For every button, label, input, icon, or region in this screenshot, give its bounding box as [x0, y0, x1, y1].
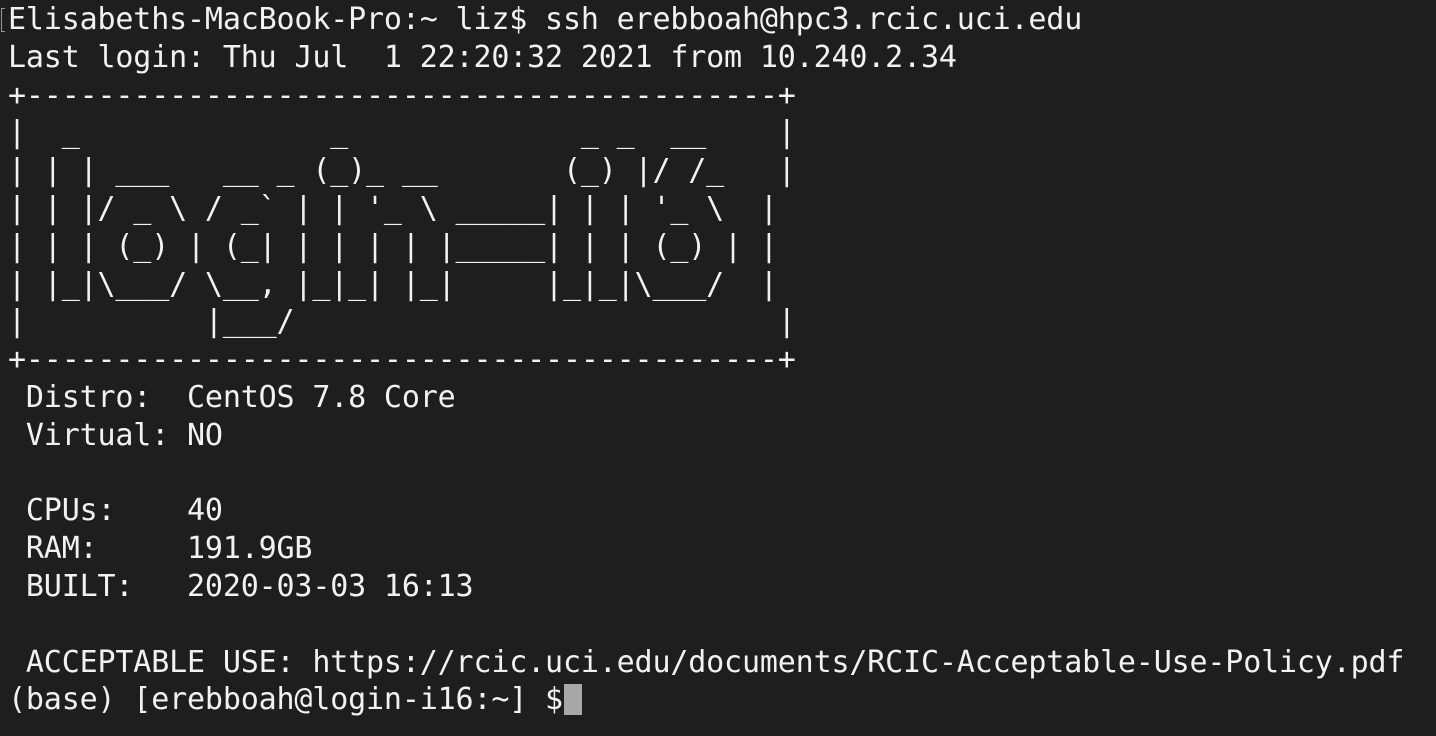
shell-prompt-line[interactable]: (base) [erebboah@login-i16:~] $: [8, 681, 1436, 719]
banner-border-top: +---------------------------------------…: [8, 77, 796, 113]
banner-ascii-art-row-6: | |___/ |: [8, 304, 796, 340]
banner-ascii-art-row-5: | |_|\___/ \__, |_|_| |_| |_|_|\___/ |: [8, 266, 778, 302]
selection-bracket-marker: [1, 8, 5, 32]
info-built: BUILT: 2020-03-03 16:13: [8, 568, 474, 604]
banner-ascii-art-row-3: | | |/ _ \ / _` | | '_ \ _____| | | '_ \…: [8, 190, 778, 226]
banner-ascii-art-row-1: | _ _ _ _ __ |: [8, 115, 796, 151]
banner-ascii-art-row-2: | | | ___ __ _ (_)_ __ (_) |/ /_ |: [8, 153, 796, 189]
info-distro: Distro: CentOS 7.8 Core: [8, 379, 456, 415]
info-acceptable-use: ACCEPTABLE USE: https://rcic.uci.edu/doc…: [8, 644, 1405, 680]
banner-border-bottom: +---------------------------------------…: [8, 342, 796, 378]
info-ram: RAM: 191.9GB: [8, 531, 313, 567]
info-virtual: Virtual: NO: [8, 417, 223, 453]
text-cursor: [563, 684, 582, 716]
info-cpus: CPUs: 40: [8, 493, 223, 529]
banner-ascii-art-row-4: | | | (_) | (_| | | | | |_____| | | (_) …: [8, 228, 778, 264]
shell-prompt: (base) [erebboah@login-i16:~] $: [8, 682, 563, 718]
terminal-line-last-login: Last login: Thu Jul 1 22:20:32 2021 from…: [8, 39, 957, 75]
terminal-line-ssh-command: Elisabeths-MacBook-Pro:~ liz$ ssh erebbo…: [8, 2, 1083, 37]
terminal-window[interactable]: Elisabeths-MacBook-Pro:~ liz$ ssh erebbo…: [0, 0, 1436, 736]
